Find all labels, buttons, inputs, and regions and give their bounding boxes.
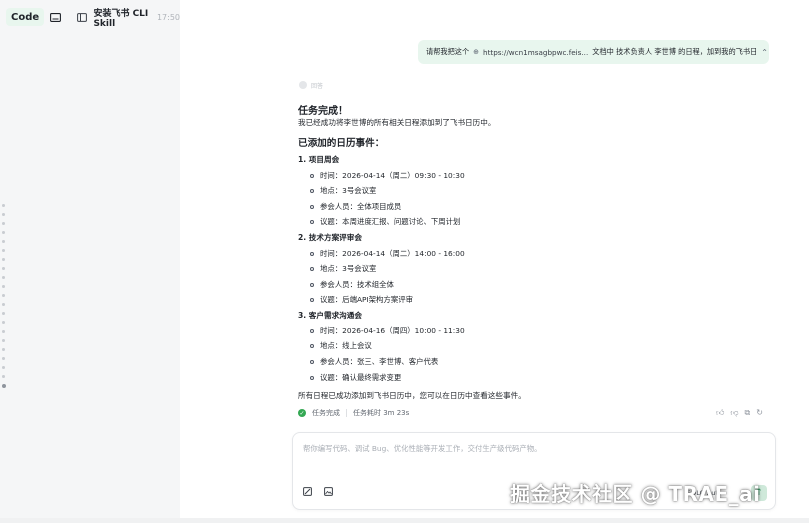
timestamp: 17:50 xyxy=(156,12,180,22)
summary-text: 所有日程已成功添加到飞书日历中，您可以在日历中查看这些事件。 xyxy=(298,391,526,400)
top-bar: Code 安装飞书 CLI Skill 17:50 xyxy=(0,0,809,34)
event-detail: 时间：2026-04-14（周二）09:30 - 10:30 xyxy=(310,170,465,181)
duration-label: 任务耗时 3m 23s xyxy=(353,409,410,417)
status-label: 任务完成 xyxy=(312,409,340,417)
user-message-suffix: 文档中 技术负责人 李世博 的日程，加到我的飞书日 xyxy=(592,47,758,56)
document-link[interactable]: https://wcn1msagbpwc.feis... xyxy=(483,48,588,57)
edit-icon[interactable] xyxy=(303,487,312,499)
event-title: 1. 项目周会 xyxy=(298,155,340,164)
refresh-icon[interactable]: ↻ xyxy=(756,408,763,418)
event-detail: 地点：3号会议室 xyxy=(310,263,376,274)
event-detail: 议题：本周进度汇报、问题讨论、下周计划 xyxy=(310,216,460,227)
event-detail: 议题：确认最终需求变更 xyxy=(310,372,401,383)
section-title: 已添加的日历事件： xyxy=(298,138,385,149)
assistant-avatar xyxy=(299,81,307,89)
input-placeholder: 帮你编写代码、调试 Bug、优化性能等开发工作，交付生产级代码产物。 xyxy=(303,444,542,453)
copy-icon[interactable]: ⧉ xyxy=(745,408,751,418)
sidebar-toggle-icon[interactable] xyxy=(77,10,88,24)
link-icon: ⊕ xyxy=(473,48,480,56)
thumbs-down-icon[interactable]: 👎︎ xyxy=(730,408,738,418)
user-message[interactable]: 请帮我把这个 ⊕ https://wcn1msagbpwc.feis... 文档… xyxy=(418,40,769,64)
expand-icon[interactable]: ⌃ xyxy=(761,48,768,57)
page-title: 安装飞书 CLI Skill xyxy=(93,8,149,29)
event-title: 3. 客户需求沟通会 xyxy=(298,311,362,320)
bottom-bar xyxy=(0,518,809,523)
terminal-icon[interactable] xyxy=(50,10,62,24)
event-detail: 时间：2026-04-16（周四）10:00 - 11:30 xyxy=(310,325,465,336)
done-title: 任务完成！ xyxy=(298,106,348,117)
event-detail: 地点：线上会议 xyxy=(310,340,372,351)
sidebar xyxy=(0,34,180,523)
event-detail: 参会人员：张三、李世博、客户代表 xyxy=(310,356,438,367)
top-bar-left: Code 安装飞书 CLI Skill 17:50 xyxy=(0,0,180,34)
task-status: ✓ 任务完成 任务耗时 3m 23s xyxy=(298,408,409,418)
event-detail: 地点：3号会议室 xyxy=(310,185,376,196)
intro-text: 我已经成功将李世博的所有相关日程添加到了飞书日历中。 xyxy=(298,118,496,127)
top-bar-right xyxy=(180,0,809,34)
event-detail: 参会人员：全体项目成员 xyxy=(310,201,401,212)
event-title: 2. 技术方案评审会 xyxy=(298,233,362,242)
assistant-name: 回答 xyxy=(311,82,324,90)
check-icon: ✓ xyxy=(298,409,306,417)
message-actions: 👍︎ 👎︎ ⧉ ↻ xyxy=(716,408,763,418)
watermark: 掘金技术社区 @ TRAE_ai xyxy=(510,482,761,506)
image-icon[interactable] xyxy=(324,487,333,499)
assistant-header: 回答 xyxy=(299,80,323,90)
user-message-prefix: 请帮我把这个 xyxy=(426,47,470,56)
thumbs-up-icon[interactable]: 👍︎ xyxy=(716,408,724,418)
code-tab[interactable]: Code xyxy=(6,8,45,26)
event-detail: 时间：2026-04-14（周二）14:00 - 16:00 xyxy=(310,248,465,259)
scroll-indicator[interactable] xyxy=(2,204,6,388)
event-detail: 议题：后端API架构方案评审 xyxy=(310,294,413,305)
input-tools xyxy=(303,487,333,499)
event-detail: 参会人员：技术组全体 xyxy=(310,279,394,290)
